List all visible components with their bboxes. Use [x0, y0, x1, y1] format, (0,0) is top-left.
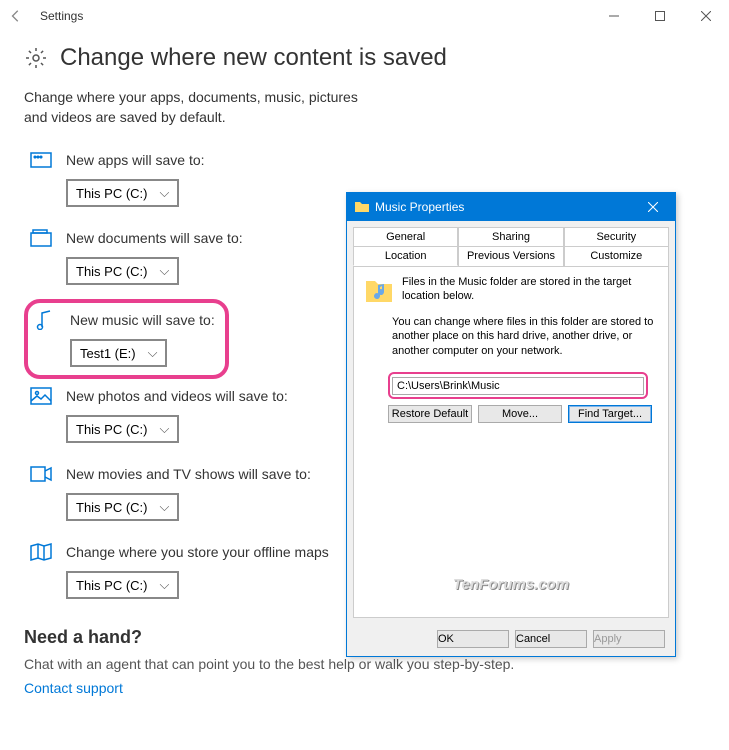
tab-previous-versions[interactable]: Previous Versions	[458, 246, 563, 266]
row-apps: New apps will save to:	[0, 143, 729, 175]
cancel-button[interactable]: Cancel	[515, 630, 587, 648]
gear-icon	[24, 46, 48, 70]
dropdown-music-value: Test1 (E:)	[80, 346, 136, 361]
maximize-button[interactable]	[637, 0, 683, 32]
dropdown-apps-value: This PC (C:)	[76, 186, 148, 201]
contact-support-link[interactable]: Contact support	[24, 680, 123, 696]
documents-icon	[30, 227, 52, 249]
chevron-down-icon: ⌵	[160, 421, 170, 437]
chevron-down-icon: ⌵	[160, 185, 170, 201]
chevron-down-icon: ⌵	[148, 345, 158, 361]
folder-icon	[355, 200, 369, 215]
page-intro: Change where your apps, documents, music…	[0, 88, 400, 143]
minimize-button[interactable]	[591, 0, 637, 32]
row-documents-label: New documents will save to:	[66, 230, 243, 246]
help-text: Chat with an agent that can point you to…	[24, 656, 705, 672]
panel-header-text: Files in the Music folder are stored in …	[402, 275, 658, 305]
tab-general[interactable]: General	[353, 227, 458, 246]
row-music-label: New music will save to:	[70, 312, 215, 328]
music-icon	[34, 309, 56, 331]
maps-icon	[30, 541, 52, 563]
titlebar: Settings	[0, 0, 729, 32]
dropdown-photos-value: This PC (C:)	[76, 422, 148, 437]
tab-customize[interactable]: Customize	[564, 246, 669, 266]
tab-security[interactable]: Security	[564, 227, 669, 246]
dialog-titlebar[interactable]: Music Properties	[347, 193, 675, 221]
tab-location[interactable]: Location	[353, 246, 458, 266]
dropdown-movies[interactable]: This PC (C:) ⌵	[66, 493, 179, 521]
page-header: Change where new content is saved	[0, 32, 729, 88]
row-photos-label: New photos and videos will save to:	[66, 388, 288, 404]
dropdown-movies-value: This PC (C:)	[76, 500, 148, 515]
watermark: TenForums.com	[453, 576, 569, 593]
row-maps-label: Change where you store your offline maps	[66, 544, 329, 560]
dialog-close-button[interactable]	[635, 195, 671, 219]
music-folder-icon	[364, 275, 394, 305]
dropdown-apps[interactable]: This PC (C:) ⌵	[66, 179, 179, 207]
dialog-footer: OK Cancel Apply	[347, 624, 675, 656]
panel-description: You can change where files in this folde…	[392, 315, 658, 358]
move-button[interactable]: Move...	[478, 405, 562, 423]
chevron-down-icon: ⌵	[160, 577, 170, 593]
apply-button[interactable]: Apply	[593, 630, 665, 648]
close-button[interactable]	[683, 0, 729, 32]
row-movies-label: New movies and TV shows will save to:	[66, 466, 311, 482]
ok-button[interactable]: OK	[437, 630, 509, 648]
restore-default-button[interactable]: Restore Default	[388, 405, 472, 423]
music-properties-dialog: Music Properties General Sharing Securit…	[346, 192, 676, 657]
dialog-title: Music Properties	[375, 200, 464, 214]
dropdown-documents-value: This PC (C:)	[76, 264, 148, 279]
row-music: New music will save to:	[32, 309, 215, 335]
chevron-down-icon: ⌵	[160, 263, 170, 279]
highlight-music: New music will save to: Test1 (E:) ⌵	[24, 299, 229, 379]
dropdown-maps-value: This PC (C:)	[76, 578, 148, 593]
path-highlight	[388, 372, 648, 399]
tab-sharing[interactable]: Sharing	[458, 227, 563, 246]
dropdown-music[interactable]: Test1 (E:) ⌵	[70, 339, 167, 367]
page-title: Change where new content is saved	[60, 44, 447, 72]
tabs-row-2: Location Previous Versions Customize	[353, 246, 669, 266]
tab-panel-location: Files in the Music folder are stored in …	[353, 266, 669, 618]
apps-icon	[30, 149, 52, 171]
chevron-down-icon: ⌵	[160, 499, 170, 515]
tabs-row-1: General Sharing Security	[353, 227, 669, 246]
photos-icon	[30, 385, 52, 407]
location-path-input[interactable]	[392, 377, 644, 395]
dropdown-documents[interactable]: This PC (C:) ⌵	[66, 257, 179, 285]
row-apps-label: New apps will save to:	[66, 152, 205, 168]
window-title: Settings	[40, 9, 83, 23]
movies-icon	[30, 463, 52, 485]
dropdown-maps[interactable]: This PC (C:) ⌵	[66, 571, 179, 599]
find-target-button[interactable]: Find Target...	[568, 405, 652, 423]
dropdown-photos[interactable]: This PC (C:) ⌵	[66, 415, 179, 443]
back-button[interactable]	[8, 8, 24, 24]
